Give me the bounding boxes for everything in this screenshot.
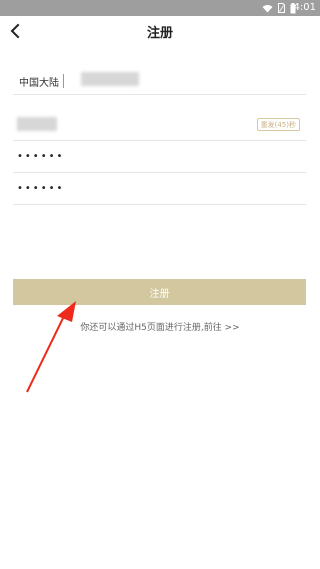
red-arrow-icon [26, 301, 76, 393]
